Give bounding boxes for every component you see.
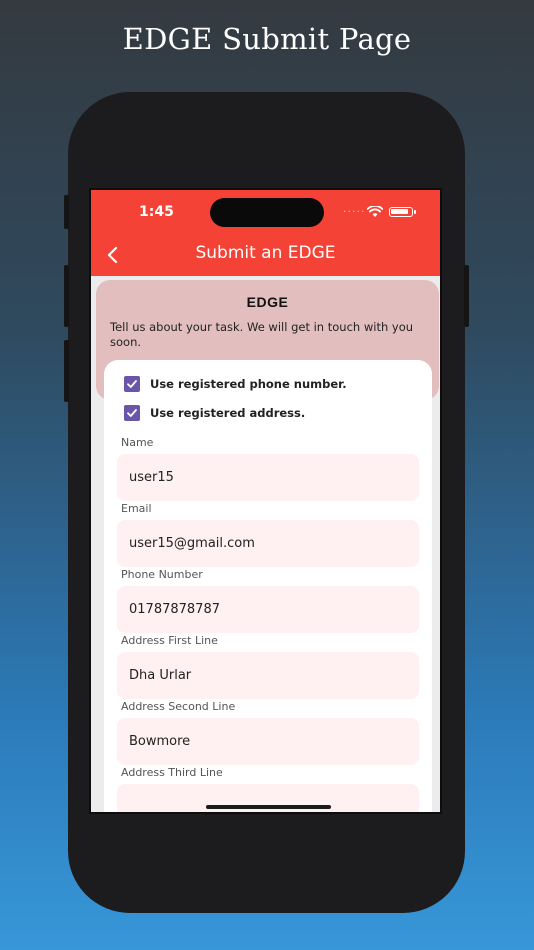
page-headline: EDGE Submit Page xyxy=(122,22,412,56)
phone-label: Phone Number xyxy=(121,568,203,581)
status-time: 1:45 xyxy=(139,204,174,220)
app-header: 1:45 ..... Submit an EDGE xyxy=(91,190,440,276)
address-line1-label: Address First Line xyxy=(121,634,218,647)
side-button xyxy=(464,265,469,327)
name-label: Name xyxy=(121,436,154,449)
side-button xyxy=(64,195,69,229)
checkbox-label: Use registered address. xyxy=(150,406,306,420)
checkbox-checked[interactable] xyxy=(124,405,140,421)
signal-icon: ..... xyxy=(343,202,366,215)
side-button xyxy=(64,340,69,402)
name-input[interactable] xyxy=(117,454,419,501)
side-button xyxy=(64,265,69,327)
address-line2-input[interactable] xyxy=(117,718,419,765)
phone-checkbox-row[interactable]: Use registered phone number. xyxy=(124,376,347,392)
checkbox-checked[interactable] xyxy=(124,376,140,392)
address-line2-label: Address Second Line xyxy=(121,700,236,713)
email-label: Email xyxy=(121,502,152,515)
checkmark-icon xyxy=(127,380,137,388)
page-title: Submit an EDGE xyxy=(195,243,336,263)
phone-screen: 1:45 ..... Submit an EDGE EDGE Tell us a… xyxy=(89,188,442,814)
checkbox-label: Use registered phone number. xyxy=(150,377,347,391)
address-checkbox-row[interactable]: Use registered address. xyxy=(124,405,305,421)
battery-icon xyxy=(389,207,416,217)
phone-input[interactable] xyxy=(117,586,419,633)
email-input[interactable] xyxy=(117,520,419,567)
edge-logo: EDGE xyxy=(246,294,289,310)
wifi-icon xyxy=(367,206,383,217)
address-line3-input[interactable] xyxy=(117,784,419,812)
home-indicator xyxy=(206,805,331,809)
intro-text: Tell us about your task. We will get in … xyxy=(110,320,414,349)
checkmark-icon xyxy=(127,409,137,417)
address-line3-label: Address Third Line xyxy=(121,766,223,779)
address-line1-input[interactable] xyxy=(117,652,419,699)
dynamic-island xyxy=(210,198,324,227)
submit-form: Use registered phone number. Use registe… xyxy=(104,360,432,812)
